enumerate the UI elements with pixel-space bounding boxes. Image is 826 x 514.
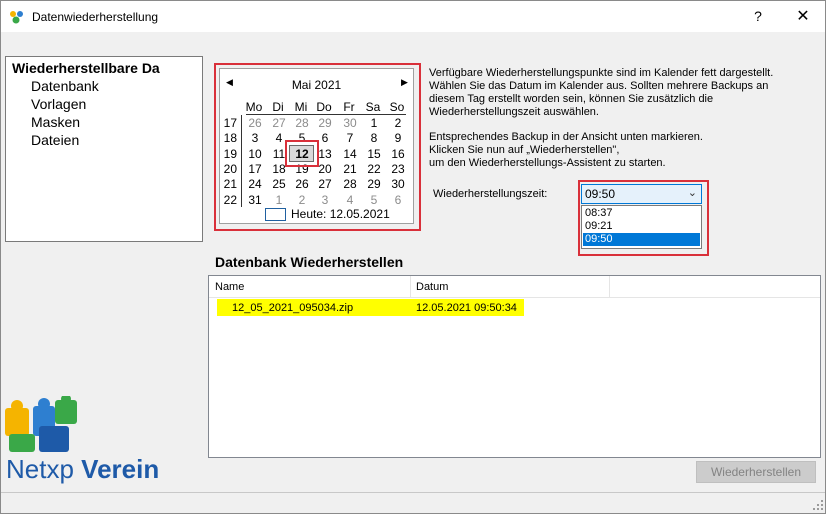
calendar-day[interactable]: 2	[387, 116, 409, 130]
calendar-day[interactable]: 30	[339, 116, 361, 130]
calendar-day[interactable]: 26	[244, 116, 266, 130]
calendar-day[interactable]: 1	[268, 193, 290, 207]
calendar-day[interactable]: 26	[291, 177, 313, 191]
section-title: Datenbank Wiederherstellen	[215, 254, 404, 270]
instruction-line: diesem Tag erstellt worden sein, können …	[429, 93, 714, 105]
time-dropdown-list[interactable]: 08:37 09:21 09:50	[581, 205, 702, 249]
tree-item-vorlagen[interactable]: Vorlagen	[31, 96, 86, 112]
weekday-header: Fr	[343, 100, 355, 114]
calendar-day[interactable]: 2	[291, 193, 313, 207]
weekday-header: So	[389, 100, 405, 114]
calendar-day[interactable]: 25	[268, 177, 290, 191]
instruction-line: Klicken Sie nun auf „Wiederherstellen",	[429, 144, 620, 156]
netxp-logo: Netxp Verein	[1, 396, 207, 488]
instruction-line: Wiederherstellungszeit auswählen.	[429, 106, 599, 118]
week-number: 17	[223, 116, 237, 130]
time-option[interactable]: 08:37	[583, 207, 700, 220]
calendar-day[interactable]: 3	[244, 131, 266, 145]
time-option[interactable]: 09:21	[583, 220, 700, 233]
instruction-line: Entsprechendes Backup in der Ansicht unt…	[429, 131, 703, 143]
week-number: 22	[223, 192, 237, 207]
calendar-day[interactable]: 3	[314, 193, 336, 207]
instruction-line: Wählen Sie das Datum im Kalender aus. So…	[429, 80, 769, 92]
puzzle-logo-icon	[5, 396, 77, 452]
column-header-name[interactable]: Name	[215, 281, 244, 293]
week-number: 18	[223, 131, 237, 146]
calendar-day[interactable]: 5	[363, 193, 385, 207]
logo-text-netxp: Netxp	[6, 454, 74, 484]
week-number: 19	[223, 146, 237, 161]
time-label: Wiederherstellungszeit:	[433, 188, 548, 200]
calendar-day[interactable]: 28	[291, 116, 313, 130]
calendar-day[interactable]: 14	[339, 147, 361, 161]
cell-datum: 12.05.2021 09:50:34	[416, 302, 517, 314]
status-divider	[1, 492, 825, 493]
weekday-header: Di	[272, 100, 284, 114]
restore-button[interactable]: Wiederherstellen	[696, 461, 816, 483]
weekday-header: Do	[316, 100, 332, 114]
backup-listview[interactable]: Name Datum 12_05_2021_095034.zip 12.05.2…	[208, 275, 821, 458]
calendar-day[interactable]: 31	[244, 193, 266, 207]
close-button[interactable]: ✕	[788, 1, 818, 32]
tree-item-masken[interactable]: Masken	[31, 114, 80, 130]
resize-grip-icon[interactable]	[812, 499, 824, 511]
help-button[interactable]: ?	[743, 1, 773, 32]
calendar-month-title[interactable]: Mai 2021	[220, 78, 413, 92]
calendar-day[interactable]: 6	[387, 193, 409, 207]
calendar-day[interactable]: 10	[244, 147, 266, 161]
calendar-day[interactable]: 29	[314, 116, 336, 130]
week-number: 21	[223, 177, 237, 192]
logo-text-verein: Verein	[81, 454, 160, 484]
calendar-day[interactable]: 16	[387, 147, 409, 161]
table-row[interactable]: 12_05_2021_095034.zip 12.05.2021 09:50:3…	[217, 299, 524, 316]
calendar-day[interactable]: 22	[363, 162, 385, 176]
tree-item-dateien[interactable]: Dateien	[31, 132, 79, 148]
time-option-selected[interactable]: 09:50	[583, 233, 700, 246]
weeknumber-divider	[241, 115, 242, 207]
category-tree[interactable]: Wiederherstellbare Da Datenbank Vorlagen…	[5, 56, 203, 242]
weekday-header: Mi	[294, 100, 308, 114]
calendar-day[interactable]: 1	[363, 116, 385, 130]
calendar-day[interactable]: 7	[339, 131, 361, 145]
tree-root[interactable]: Wiederherstellbare Da	[12, 60, 160, 76]
weekday-divider	[246, 114, 406, 115]
calendar-day[interactable]: 17	[244, 162, 266, 176]
calendar-day[interactable]: 23	[387, 162, 409, 176]
list-header: Name Datum	[209, 276, 820, 298]
calendar-day[interactable]: 4	[339, 193, 361, 207]
calendar-day[interactable]: 27	[268, 116, 290, 130]
calendar-day[interactable]: 8	[363, 131, 385, 145]
instruction-line: um den Wiederherstellungs-Assistent zu s…	[429, 157, 666, 169]
puzzle-app-icon	[10, 11, 23, 24]
time-combobox-value: 09:50	[585, 187, 616, 201]
weekday-header: Mo	[245, 100, 263, 114]
column-separator[interactable]	[609, 276, 610, 297]
dialog-window: Datenwiederherstellung ? ✕ Wiederherstel…	[0, 0, 826, 514]
column-separator[interactable]	[410, 276, 411, 297]
calendar-day[interactable]: 30	[387, 177, 409, 191]
time-combobox[interactable]: 09:50 ⌄	[581, 184, 702, 204]
calendar-day[interactable]: 15	[363, 147, 385, 161]
week-number: 20	[223, 161, 237, 176]
logo-wordmark: Netxp Verein	[6, 454, 159, 485]
today-marker	[265, 208, 286, 221]
column-header-datum[interactable]: Datum	[416, 281, 448, 293]
title-bar: Datenwiederherstellung ? ✕	[1, 1, 825, 32]
instruction-line: Verfügbare Wiederherstellungspunkte sind…	[429, 67, 774, 79]
tree-item-datenbank[interactable]: Datenbank	[31, 78, 99, 94]
next-month-button[interactable]: ▶	[401, 77, 408, 88]
calendar-day[interactable]: 28	[339, 177, 361, 191]
calendar-day[interactable]: 29	[363, 177, 385, 191]
today-link[interactable]: Heute: 12.05.2021	[291, 207, 390, 221]
calendar-day[interactable]: 24	[244, 177, 266, 191]
window-title: Datenwiederherstellung	[32, 10, 159, 24]
cell-name: 12_05_2021_095034.zip	[232, 302, 354, 314]
chevron-down-icon[interactable]: ⌄	[688, 186, 697, 199]
selected-day-highlight-frame	[285, 140, 319, 167]
calendar-day[interactable]: 21	[339, 162, 361, 176]
calendar-day[interactable]: 27	[314, 177, 336, 191]
weekday-header: Sa	[365, 100, 381, 114]
calendar-day[interactable]: 9	[387, 131, 409, 145]
